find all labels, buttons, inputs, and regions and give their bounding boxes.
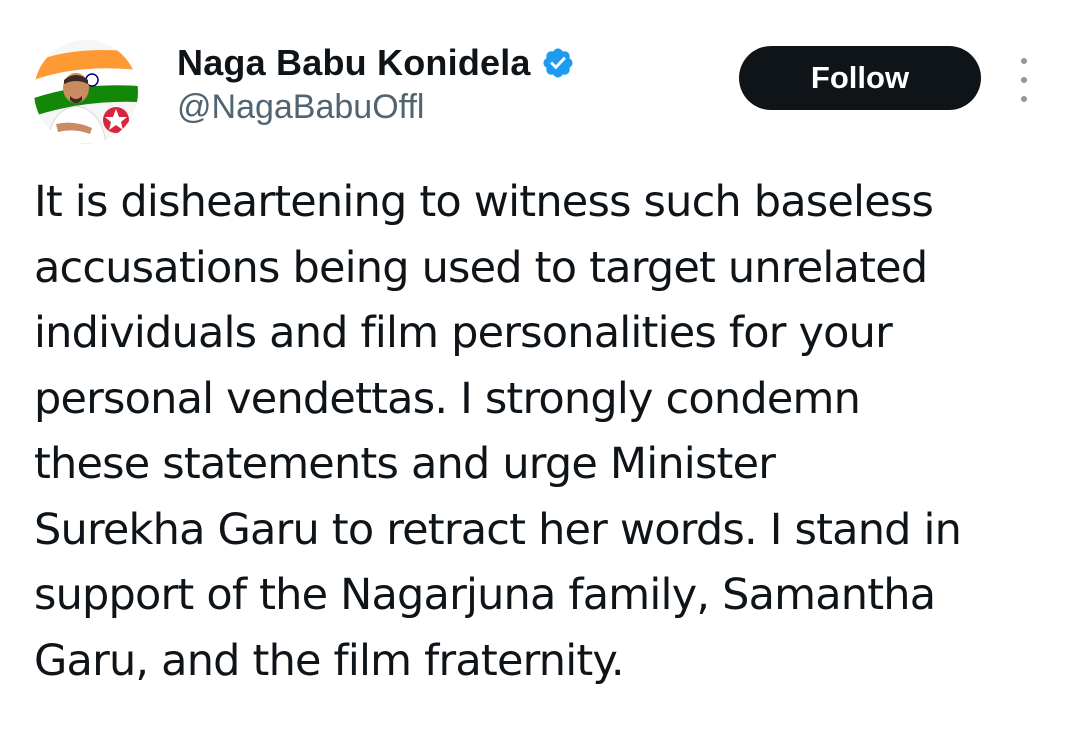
more-dot (1021, 77, 1027, 83)
more-dot (1021, 96, 1027, 102)
more-options-icon[interactable] (1010, 58, 1038, 102)
verified-badge-icon (541, 46, 575, 80)
follow-button[interactable]: Follow (739, 46, 981, 110)
avatar-image (34, 40, 138, 144)
author-name-row: Naga Babu Konidela (177, 40, 575, 86)
more-dot (1021, 58, 1027, 64)
tweet-card: Naga Babu Konidela @NagaBabuOffl Follow … (0, 0, 1079, 729)
author-handle[interactable]: @NagaBabuOffl (177, 88, 424, 127)
author-display-name[interactable]: Naga Babu Konidela (177, 42, 531, 84)
author-avatar[interactable] (34, 40, 138, 144)
tweet-text: It is disheartening to witness such base… (34, 177, 962, 686)
